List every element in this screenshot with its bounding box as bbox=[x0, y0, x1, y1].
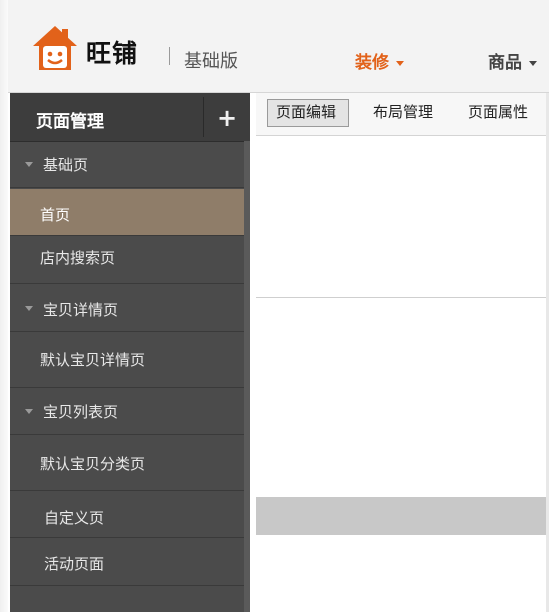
sidebar-item-label: 默认宝贝分类页 bbox=[40, 455, 146, 473]
sidebar-group-detail[interactable]: 宝贝详情页 bbox=[10, 285, 250, 332]
brand-name[interactable]: 旺铺 bbox=[86, 34, 138, 70]
house-logo-icon[interactable] bbox=[31, 24, 79, 74]
tab-page-edit[interactable]: 页面编辑 bbox=[276, 101, 336, 122]
add-page-button[interactable]: + bbox=[212, 101, 242, 135]
plus-icon: + bbox=[216, 104, 238, 132]
top-header bbox=[0, 0, 549, 93]
content-band bbox=[256, 497, 549, 535]
chevron-down-icon bbox=[396, 60, 404, 66]
header-divider bbox=[169, 47, 170, 65]
collapse-triangle-icon bbox=[25, 306, 33, 311]
window-edge bbox=[0, 0, 8, 612]
sidebar-item-label: 默认宝贝详情页 bbox=[40, 351, 146, 369]
sidebar-group-label: 宝贝列表页 bbox=[43, 403, 119, 421]
collapse-triangle-icon bbox=[25, 409, 33, 414]
content-divider bbox=[256, 297, 549, 298]
sidebar-scrollbar[interactable] bbox=[244, 141, 250, 612]
nav-decorate[interactable]: 装修 bbox=[355, 48, 404, 73]
sidebar-group-label: 基础页 bbox=[43, 156, 89, 174]
sidebar-item-label: 活动页面 bbox=[44, 555, 105, 573]
sidebar-item-default-detail[interactable]: 默认宝贝详情页 bbox=[10, 333, 250, 388]
sidebar-group-label: 宝贝详情页 bbox=[43, 301, 119, 319]
sidebar-item-custom[interactable]: 自定义页 bbox=[10, 491, 250, 538]
nav-decorate-label: 装修 bbox=[355, 53, 389, 73]
chevron-down-icon bbox=[529, 60, 537, 66]
edition-label: 基础版 bbox=[184, 51, 238, 72]
sidebar-item-label: 自定义页 bbox=[44, 509, 105, 527]
nav-goods-label: 商品 bbox=[488, 53, 522, 73]
sidebar-item-activity[interactable]: 活动页面 bbox=[10, 539, 250, 586]
sidebar-item-default-category[interactable]: 默认宝贝分类页 bbox=[10, 436, 250, 491]
nav-goods[interactable]: 商品 bbox=[488, 48, 537, 73]
sidebar-group-basic[interactable]: 基础页 bbox=[10, 141, 250, 188]
sidebar-item-label: 首页 bbox=[40, 206, 71, 224]
tab-layout-manage[interactable]: 布局管理 bbox=[373, 101, 433, 122]
collapse-triangle-icon bbox=[25, 162, 33, 167]
sidebar-item-label: 店内搜索页 bbox=[40, 249, 116, 267]
sidebar-item-search[interactable]: 店内搜索页 bbox=[10, 237, 250, 284]
sidebar-group-list[interactable]: 宝贝列表页 bbox=[10, 388, 250, 435]
sidebar-header-divider bbox=[203, 97, 204, 137]
sidebar-title: 页面管理 bbox=[36, 112, 104, 132]
sidebar-item-home[interactable]: 首页 bbox=[10, 189, 250, 236]
tab-page-properties[interactable]: 页面属性 bbox=[468, 101, 528, 122]
